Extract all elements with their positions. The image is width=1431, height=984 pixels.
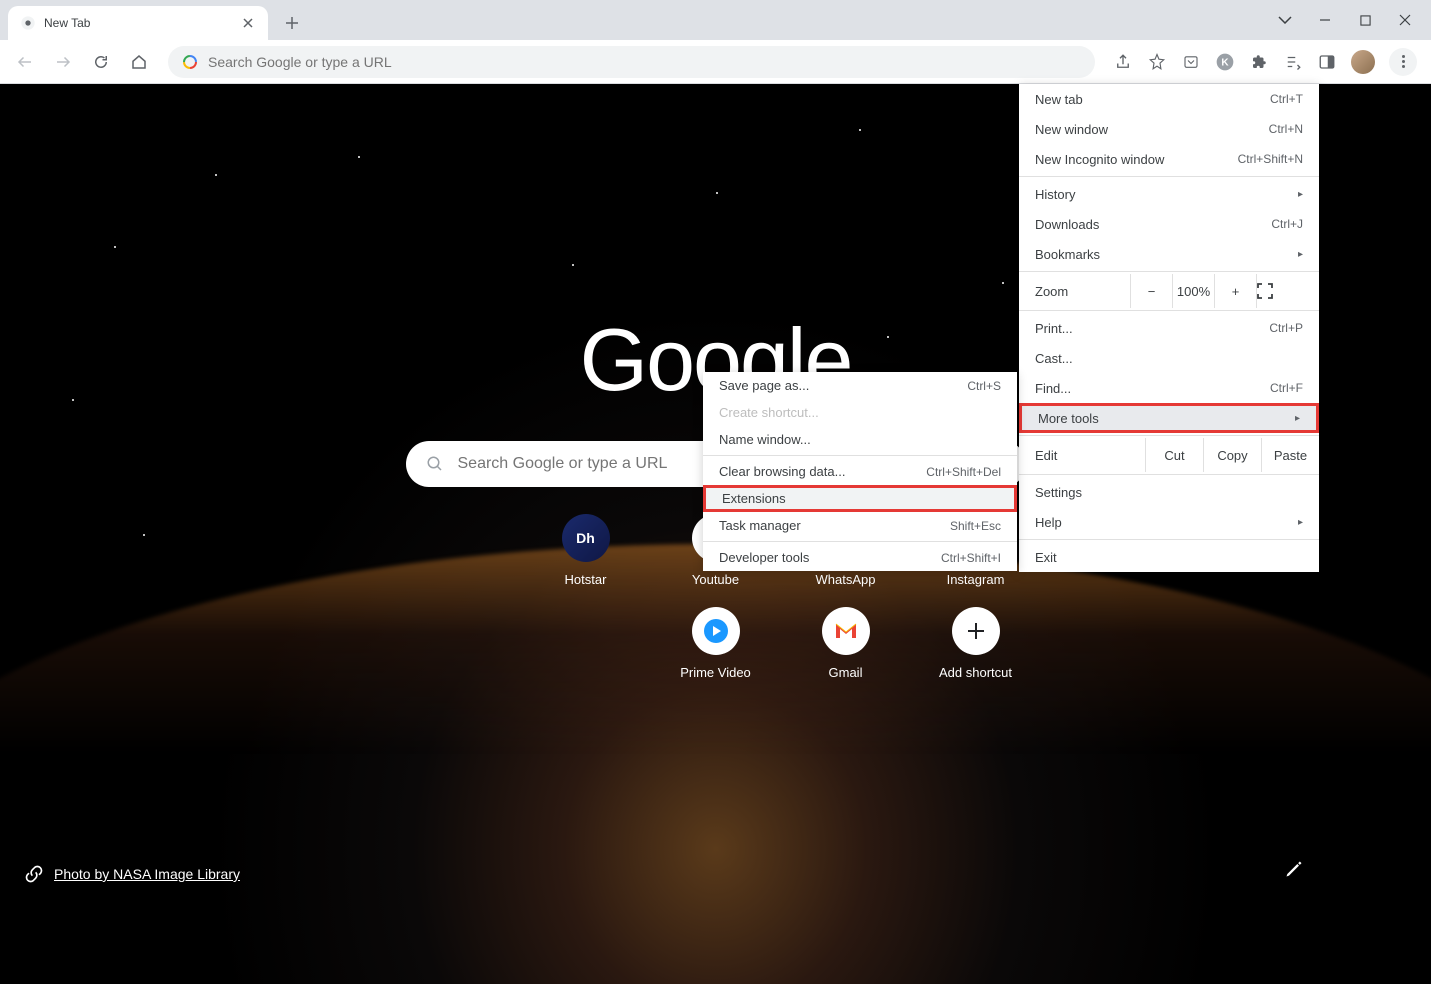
menu-settings[interactable]: Settings bbox=[1019, 477, 1319, 507]
extension-k-icon[interactable]: K bbox=[1215, 52, 1235, 72]
submenu-dev-tools[interactable]: Developer toolsCtrl+Shift+I bbox=[703, 544, 1017, 571]
shortcut-label: Youtube bbox=[692, 572, 739, 587]
media-control-icon[interactable] bbox=[1283, 52, 1303, 72]
menu-downloads[interactable]: DownloadsCtrl+J bbox=[1019, 209, 1319, 239]
menu-new-window[interactable]: New windowCtrl+N bbox=[1019, 114, 1319, 144]
shortcut-label: Prime Video bbox=[680, 665, 751, 680]
fullscreen-button[interactable] bbox=[1257, 283, 1303, 299]
submenu-name-window[interactable]: Name window... bbox=[703, 426, 1017, 453]
menu-new-incognito[interactable]: New Incognito windowCtrl+Shift+N bbox=[1019, 144, 1319, 174]
chrome-favicon bbox=[20, 15, 36, 31]
shortcut-prime-video[interactable]: Prime Video bbox=[656, 607, 776, 680]
customize-button[interactable] bbox=[1277, 852, 1311, 886]
new-tab-button[interactable] bbox=[278, 9, 306, 37]
theme-attribution[interactable]: Photo by NASA Image Library bbox=[24, 864, 240, 884]
svg-text:K: K bbox=[1221, 57, 1229, 68]
shortcut-label: Gmail bbox=[829, 665, 863, 680]
menu-history[interactable]: History bbox=[1019, 179, 1319, 209]
google-g-icon bbox=[182, 54, 198, 70]
extension-pocket-icon[interactable] bbox=[1181, 52, 1201, 72]
titlebar: New Tab bbox=[0, 0, 1431, 40]
browser-tab[interactable]: New Tab bbox=[8, 6, 268, 40]
search-icon bbox=[426, 455, 444, 473]
bookmark-star-icon[interactable] bbox=[1147, 52, 1167, 72]
shortcut-add[interactable]: Add shortcut bbox=[916, 607, 1036, 680]
menu-more-tools[interactable]: More tools bbox=[1019, 403, 1319, 433]
submenu-clear-data[interactable]: Clear browsing data...Ctrl+Shift+Del bbox=[703, 458, 1017, 485]
submenu-arrow-icon bbox=[1298, 517, 1303, 528]
menu-help[interactable]: Help bbox=[1019, 507, 1319, 537]
gmail-icon bbox=[822, 607, 870, 655]
zoom-in-button[interactable]: + bbox=[1215, 274, 1257, 308]
reload-button[interactable] bbox=[86, 47, 116, 77]
zoom-level: 100% bbox=[1173, 274, 1215, 308]
menu-new-tab[interactable]: New tabCtrl+T bbox=[1019, 84, 1319, 114]
shortcut-label: Hotstar bbox=[565, 572, 607, 587]
menu-edit: Edit Cut Copy Paste bbox=[1019, 438, 1319, 472]
shortcut-label: WhatsApp bbox=[816, 572, 876, 587]
submenu-arrow-icon bbox=[1298, 249, 1303, 260]
menu-cast[interactable]: Cast... bbox=[1019, 343, 1319, 373]
submenu-task-manager[interactable]: Task managerShift+Esc bbox=[703, 512, 1017, 539]
menu-find[interactable]: Find...Ctrl+F bbox=[1019, 373, 1319, 403]
submenu-create-shortcut: Create shortcut... bbox=[703, 399, 1017, 426]
menu-zoom: Zoom − 100% + bbox=[1019, 274, 1319, 308]
side-panel-icon[interactable] bbox=[1317, 52, 1337, 72]
maximize-button[interactable] bbox=[1357, 12, 1373, 28]
forward-button[interactable] bbox=[48, 47, 78, 77]
attribution-text: Photo by NASA Image Library bbox=[54, 866, 240, 882]
back-button[interactable] bbox=[10, 47, 40, 77]
zoom-out-button[interactable]: − bbox=[1131, 274, 1173, 308]
omnibox-input[interactable] bbox=[208, 54, 1081, 70]
prime-video-icon bbox=[692, 607, 740, 655]
submenu-arrow-icon bbox=[1298, 189, 1303, 200]
submenu-extensions[interactable]: Extensions bbox=[703, 485, 1017, 512]
share-icon[interactable] bbox=[1113, 52, 1133, 72]
address-bar[interactable] bbox=[168, 46, 1095, 78]
tab-title: New Tab bbox=[44, 16, 232, 30]
shortcut-gmail[interactable]: Gmail bbox=[786, 607, 906, 680]
chrome-main-menu: New tabCtrl+T New windowCtrl+N New Incog… bbox=[1019, 84, 1319, 572]
shortcut-label: Add shortcut bbox=[939, 665, 1012, 680]
more-tools-submenu: Save page as...Ctrl+S Create shortcut...… bbox=[703, 372, 1017, 571]
edit-copy-button[interactable]: Copy bbox=[1203, 438, 1261, 472]
menu-print[interactable]: Print...Ctrl+P bbox=[1019, 313, 1319, 343]
shortcut-hotstar[interactable]: Dh Hotstar bbox=[526, 514, 646, 587]
profile-avatar[interactable] bbox=[1351, 50, 1375, 74]
edit-paste-button[interactable]: Paste bbox=[1261, 438, 1319, 472]
chrome-menu-button[interactable] bbox=[1389, 48, 1417, 76]
plus-icon bbox=[952, 607, 1000, 655]
close-window-button[interactable] bbox=[1397, 12, 1413, 28]
extensions-puzzle-icon[interactable] bbox=[1249, 52, 1269, 72]
tab-search-caret[interactable] bbox=[1277, 12, 1293, 28]
minimize-button[interactable] bbox=[1317, 12, 1333, 28]
home-button[interactable] bbox=[124, 47, 154, 77]
menu-exit[interactable]: Exit bbox=[1019, 542, 1319, 572]
tab-close-button[interactable] bbox=[240, 15, 256, 31]
shortcut-label: Instagram bbox=[947, 572, 1005, 587]
submenu-arrow-icon bbox=[1295, 413, 1300, 424]
link-icon bbox=[24, 864, 44, 884]
hotstar-icon: Dh bbox=[562, 514, 610, 562]
menu-bookmarks[interactable]: Bookmarks bbox=[1019, 239, 1319, 269]
submenu-save-page[interactable]: Save page as...Ctrl+S bbox=[703, 372, 1017, 399]
edit-cut-button[interactable]: Cut bbox=[1145, 438, 1203, 472]
toolbar: K bbox=[0, 40, 1431, 84]
